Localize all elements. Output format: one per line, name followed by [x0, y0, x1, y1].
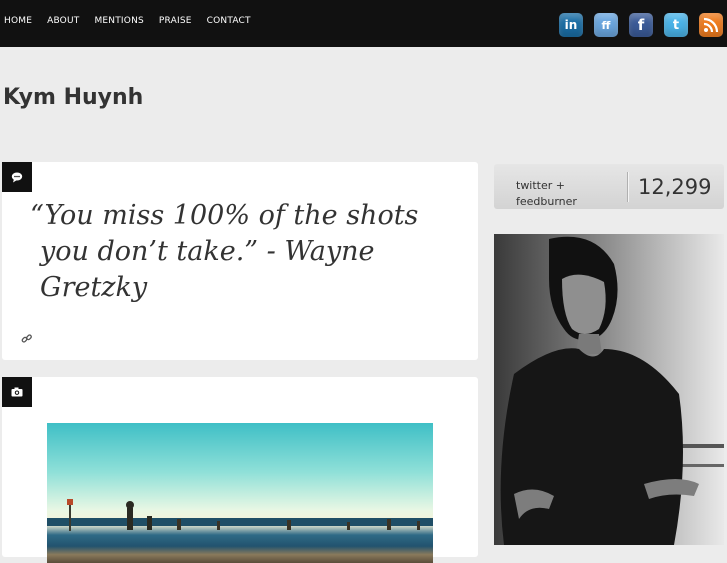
facebook-icon-glyph: f: [637, 16, 645, 34]
camera-glyph: [11, 387, 23, 397]
beach-figures: [67, 499, 420, 531]
nav-contact-link[interactable]: CONTACT: [207, 16, 251, 26]
speech-bubble-glyph: [11, 172, 23, 182]
nav-mentions-link[interactable]: MENTIONS: [94, 16, 143, 26]
twitter-icon[interactable]: t: [664, 13, 688, 37]
portrait-silhouette: [500, 236, 724, 545]
social-links: in ff f t: [559, 13, 723, 37]
link-icon[interactable]: [21, 330, 33, 343]
friendfeed-icon[interactable]: ff: [594, 13, 618, 37]
counter-divider: [627, 172, 628, 202]
site-header: Kym Huynh: [0, 47, 727, 152]
twitter-icon-glyph: t: [672, 17, 680, 33]
quote-post: “You miss 100% of the shots you don’t ta…: [2, 162, 478, 360]
nav-praise-link[interactable]: PRAISE: [159, 16, 192, 26]
counter-label: twitter + feedburner: [516, 179, 577, 208]
site-title[interactable]: Kym Huynh: [3, 85, 143, 110]
nav-about-link[interactable]: ABOUT: [47, 16, 79, 26]
facebook-icon[interactable]: f: [629, 13, 653, 37]
linkedin-icon[interactable]: in: [559, 13, 583, 37]
profile-photo[interactable]: [494, 234, 724, 545]
friendfeed-icon-glyph: ff: [601, 18, 611, 32]
camera-icon[interactable]: [2, 377, 32, 407]
subscriber-counter: twitter + feedburner 12,299: [494, 164, 724, 209]
chain-link-glyph: [21, 334, 32, 343]
beach-photo[interactable]: [47, 423, 433, 563]
rss-glyph: [703, 17, 719, 33]
nav-home-link[interactable]: HOME: [4, 16, 32, 26]
speech-bubble-icon[interactable]: [2, 162, 32, 192]
counter-value: 12,299: [638, 175, 712, 199]
photo-post: [2, 377, 478, 563]
linkedin-icon-glyph: in: [564, 18, 578, 32]
top-nav-bar: HOME ABOUT MENTIONS PRAISE CONTACT in ff…: [0, 0, 727, 47]
quote-text: “You miss 100% of the shots you don’t ta…: [30, 200, 419, 303]
main-nav: HOME ABOUT MENTIONS PRAISE CONTACT: [4, 16, 266, 26]
rss-icon[interactable]: [699, 13, 723, 37]
